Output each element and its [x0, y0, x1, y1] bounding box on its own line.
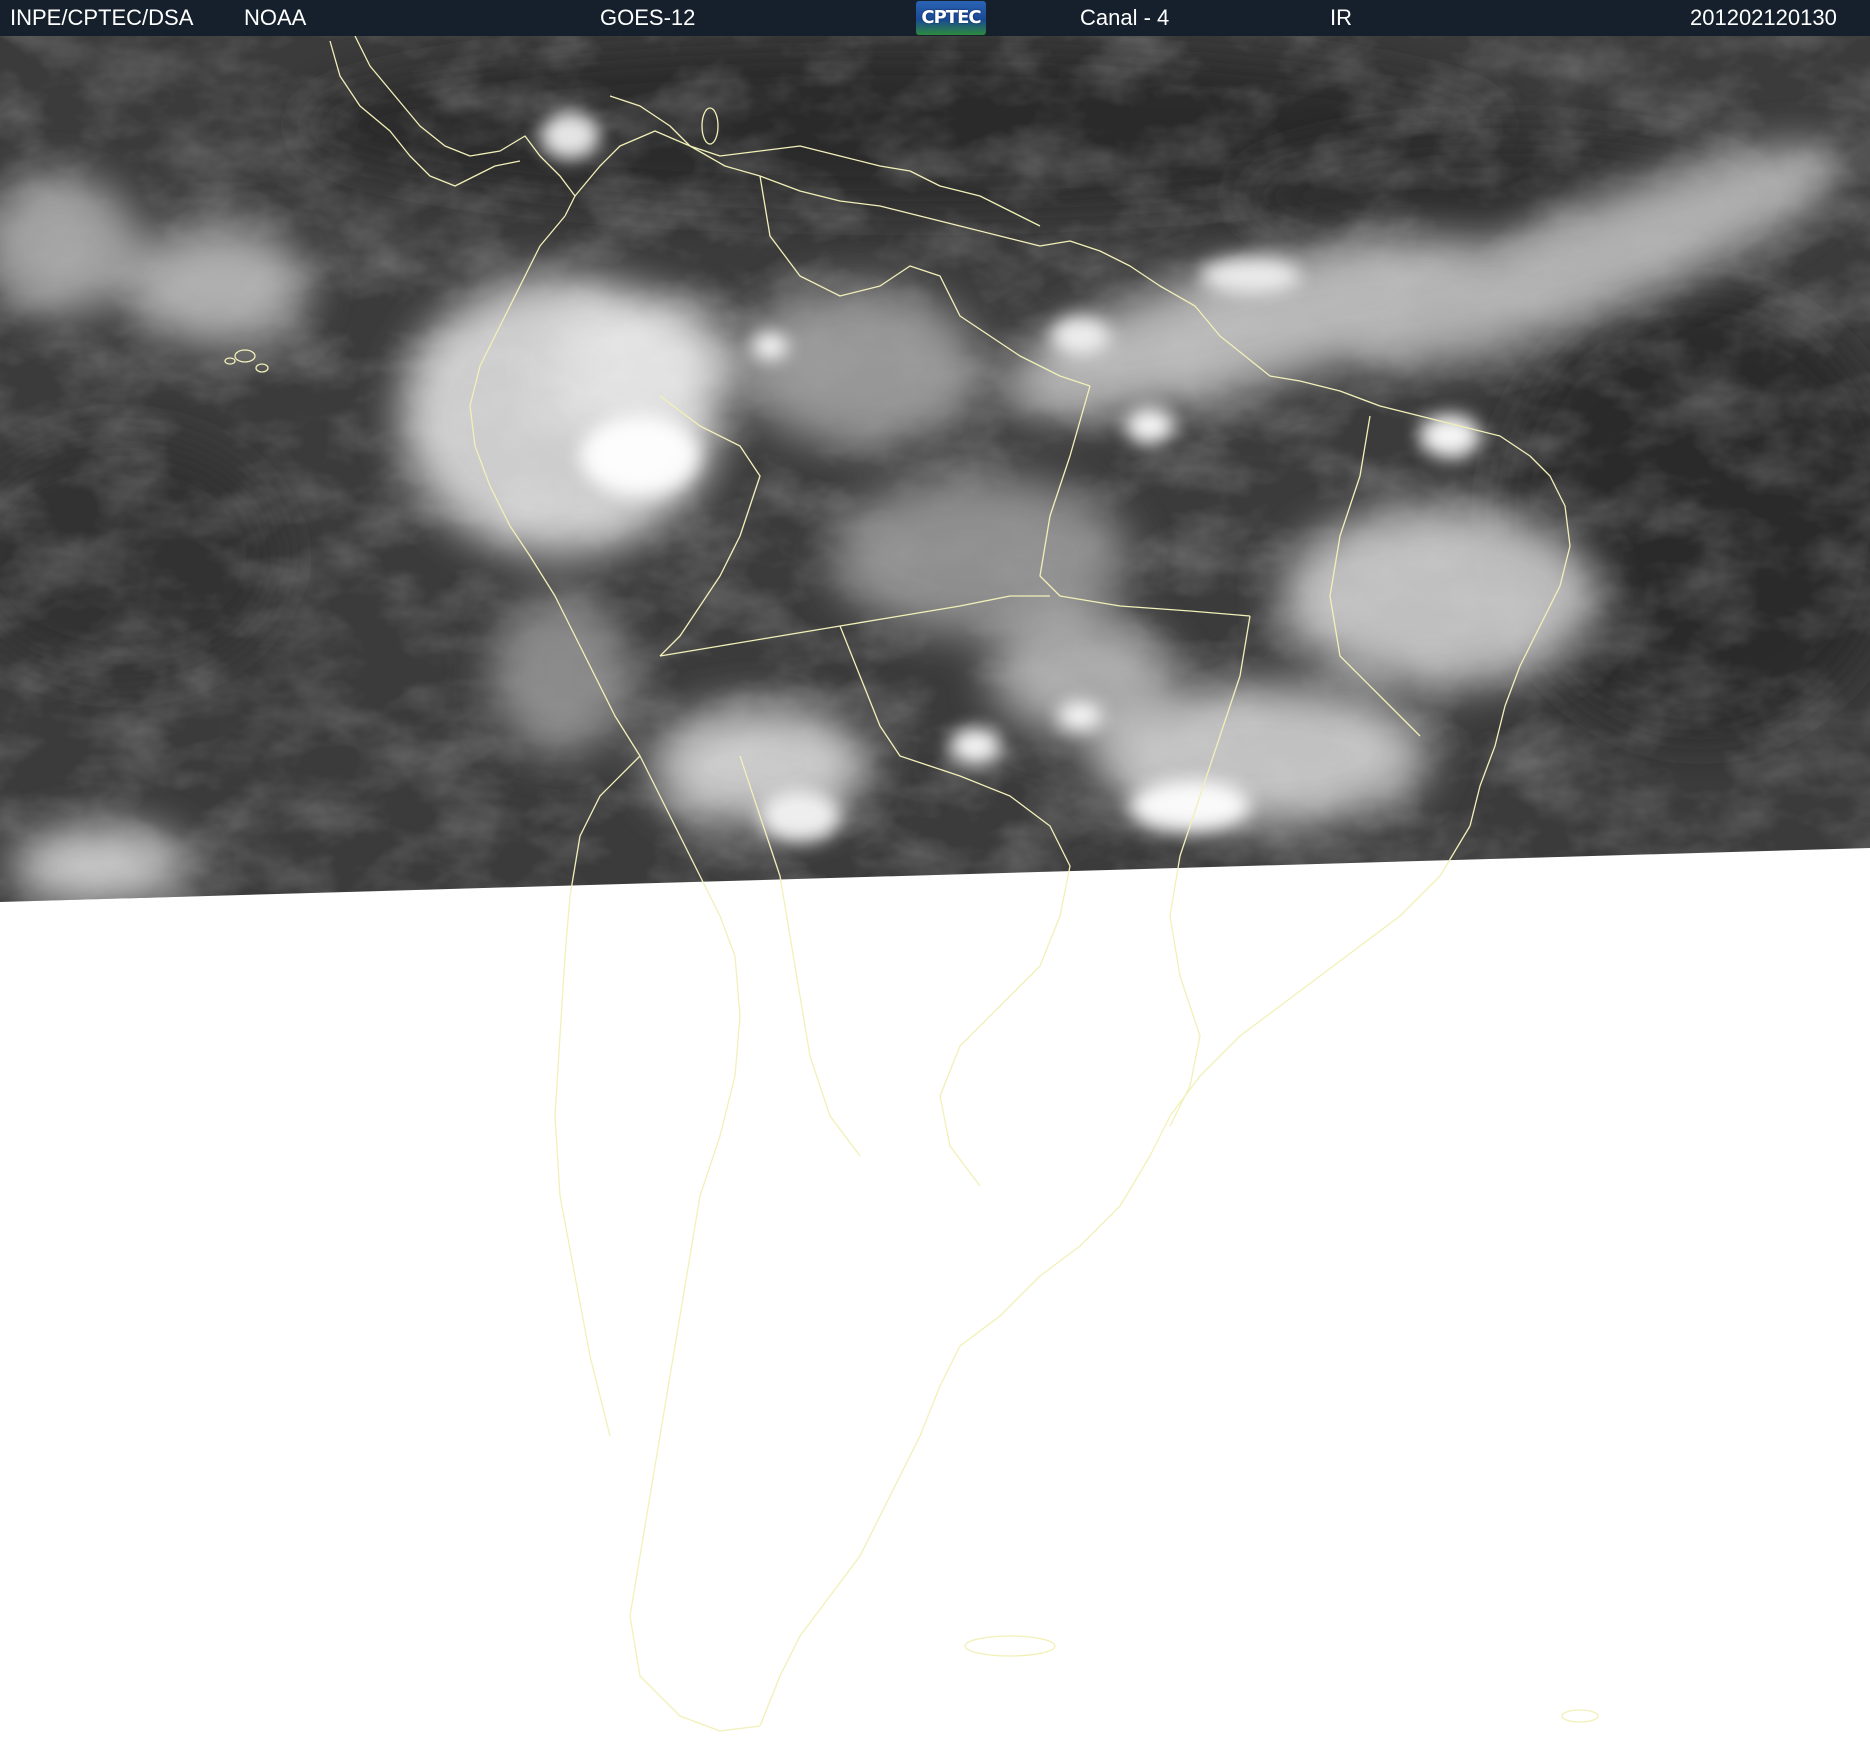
- cptec-logo: CPTEC: [916, 1, 986, 35]
- satellite-label: GOES-12: [600, 5, 696, 30]
- cptec-logo-text: CPTEC: [921, 7, 981, 28]
- agency-label: NOAA: [244, 5, 307, 30]
- image-header-bar: INPE/CPTEC/DSA NOAA GOES-12 CPTEC Canal …: [0, 0, 1870, 36]
- channel-label: Canal - 4: [1080, 5, 1170, 30]
- satellite-image: [0, 36, 1870, 1750]
- band-label: IR: [1330, 5, 1352, 30]
- ir-data-region: [0, 36, 1870, 902]
- timestamp-label: 201202120130: [1690, 5, 1837, 30]
- source-label: INPE/CPTEC/DSA: [10, 5, 194, 30]
